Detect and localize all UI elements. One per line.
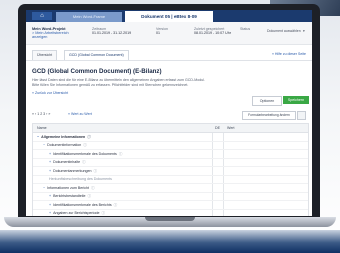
back-link[interactable]: » Zurück zur Übersicht xyxy=(32,91,312,95)
meta-version-value: 01 xyxy=(156,31,160,35)
meta-period: Zeitraum 01.01.2019 - 31.12.2019 xyxy=(92,27,131,35)
project-link-2[interactable]: anzeigen xyxy=(32,35,69,39)
row-label: + Angaben zur Berichtsperiode ⓘ xyxy=(49,211,105,216)
expand-icon[interactable]: + xyxy=(49,194,51,198)
page-description: Hier lässt Daten sind die für eine E-Bil… xyxy=(32,78,205,87)
meta-version: Version 01 xyxy=(156,27,168,35)
table-toolbar: « ‹ 1 2 3 › » » Wert zu Wert Formularbea… xyxy=(32,111,306,120)
tab-dokument[interactable]: Dokument 05 | eBtex 8-09 xyxy=(125,11,213,22)
home-icon: ⌂ xyxy=(40,13,44,19)
row-label: + Dokumentanmerkungen ⓘ xyxy=(49,169,97,174)
info-icon[interactable]: ⓘ xyxy=(101,211,105,215)
table-header: Name DE Wert xyxy=(33,124,308,133)
row-text: Allgemeine Informationen xyxy=(41,134,86,139)
info-icon[interactable]: ⓘ xyxy=(82,160,86,164)
collapse-icon[interactable]: − xyxy=(37,135,39,139)
info-icon[interactable]: ⓘ xyxy=(87,135,91,139)
row-text: Identifikationsmerkmale des Berichts xyxy=(53,202,112,207)
add-value-link[interactable]: » Wert zu Wert xyxy=(68,112,92,116)
expand-icon[interactable]: + xyxy=(49,203,51,207)
collapse-icon[interactable]: − xyxy=(43,186,45,190)
table-row[interactable]: + Dokumentanmerkungen ⓘ xyxy=(33,167,308,176)
info-icon[interactable]: ⓘ xyxy=(119,152,123,156)
header-de: DE xyxy=(215,126,220,130)
table-row[interactable]: − Informationen zum Bericht ⓘ xyxy=(33,184,308,193)
document-select[interactable]: Dokument auswählen xyxy=(267,29,301,33)
info-icon[interactable]: ⓘ xyxy=(91,186,95,190)
row-label: + Identifikationsmerkmale des Dokuments ⓘ xyxy=(49,152,122,157)
app-topbar: ⌂ Mein Word-Frame Dokument 05 | eBtex 8-… xyxy=(26,10,312,22)
table-body: − Allgemeine Informationen ⓘ − Dokumentinfor… xyxy=(33,133,308,216)
expand-icon[interactable]: + xyxy=(49,211,51,215)
table-row[interactable]: + Identifikationsmerkmale des Dokuments ⓘ xyxy=(33,150,308,159)
subtab-bar: Übersicht GCD (Global Common Document) »… xyxy=(26,49,312,61)
row-label: − Dokumentinformation ⓘ xyxy=(43,143,87,148)
chevron-down-icon[interactable]: ▾ xyxy=(303,29,305,33)
meta-status: Status xyxy=(240,27,250,31)
row-label: + Dokumentinhalte ⓘ xyxy=(49,160,86,165)
row-text: Dokumentinformation xyxy=(47,143,82,148)
table-row[interactable]: − Allgemeine Informationen ⓘ xyxy=(33,133,308,142)
row-label: − Allgemeine Informationen ⓘ xyxy=(37,135,91,140)
row-label: − Informationen zum Bericht ⓘ xyxy=(43,186,95,191)
table-row[interactable]: + Dokumentinhalte ⓘ xyxy=(33,159,308,167)
header-wert: Wert xyxy=(227,126,235,130)
table-row[interactable]: + Angaben zur Berichtsperiode ⓘ xyxy=(33,210,308,217)
row-text: Informationen zum Bericht xyxy=(47,185,90,190)
grid-view-icon[interactable] xyxy=(297,111,306,120)
options-button[interactable]: Optionen xyxy=(252,96,282,106)
expand-icon[interactable]: + xyxy=(49,160,51,164)
info-icon[interactable]: ⓘ xyxy=(83,143,87,147)
tab-mein-word-frame[interactable]: Mein Word-Frame xyxy=(56,12,122,22)
info-icon[interactable]: ⓘ xyxy=(93,169,97,173)
table-row[interactable]: + Berichtsbestandteile ⓘ xyxy=(33,193,308,201)
pagination[interactable]: « ‹ 1 2 3 › » xyxy=(32,112,50,116)
row-text: Herkunftsbeschreibung des Dokuments xyxy=(49,177,112,182)
header-name: Name xyxy=(37,126,47,130)
home-button[interactable]: ⌂ xyxy=(32,12,52,20)
row-text: Identifikationsmerkmale des Dokuments xyxy=(53,151,117,156)
laptop-hinge-notch xyxy=(145,217,195,221)
collapse-icon[interactable]: − xyxy=(43,143,45,147)
row-text: Angaben zur Berichtsperiode xyxy=(53,211,100,216)
table-row[interactable]: − Dokumentinformation ⓘ xyxy=(33,142,308,150)
expand-icon[interactable]: + xyxy=(49,152,51,156)
save-button[interactable]: Speichern xyxy=(283,96,309,104)
gcd-table: Name DE Wert − Allgemeine Informationen ⓘ −… xyxy=(32,123,309,216)
table-row[interactable]: + Identifikationsmerkmale des Berichts ⓘ xyxy=(33,201,308,210)
page-title: GCD (Global Common Document) (E-Bilanz) xyxy=(32,68,162,75)
info-icon[interactable]: ⓘ xyxy=(87,194,91,198)
project-info: Mein Word-Projekt > Mein Arbeitsbereich … xyxy=(32,27,69,39)
table-row[interactable]: Herkunftsbeschreibung des Dokuments xyxy=(33,176,308,184)
help-link[interactable]: » Hilfe zu dieser Seite xyxy=(272,52,306,56)
row-label: Herkunftsbeschreibung des Dokuments xyxy=(49,177,112,181)
meta-period-value: 01.01.2019 - 31.12.2019 xyxy=(92,31,132,35)
document-meta-bar: Mein Word-Projekt > Mein Arbeitsbereich … xyxy=(26,22,312,45)
meta-saved: Zuletzt gespeichert 08.01.2019 - 10:07 U… xyxy=(194,27,231,35)
row-label: + Identifikationsmerkmale des Berichts ⓘ xyxy=(49,203,117,208)
row-text: Dokumentanmerkungen xyxy=(53,168,92,173)
meta-status-label: Status xyxy=(240,27,251,31)
desk-surface xyxy=(0,230,340,253)
form-edit-button[interactable]: Formularbearbeitung ändern xyxy=(242,111,296,120)
tab-gcd[interactable]: GCD (Global Common Document) xyxy=(64,50,129,60)
expand-icon[interactable]: + xyxy=(49,169,51,173)
row-text: Berichtsbestandteile xyxy=(53,194,86,199)
info-icon[interactable]: ⓘ xyxy=(114,203,118,207)
row-text: Dokumentinhalte xyxy=(53,160,81,165)
row-label: + Berichtsbestandteile ⓘ xyxy=(49,194,91,199)
meta-saved-value: 08.01.2019 - 10:07 Uhr xyxy=(194,31,231,35)
tab-uebersicht[interactable]: Übersicht xyxy=(32,50,58,60)
laptop-screen: ⌂ Mein Word-Frame Dokument 05 | eBtex 8-… xyxy=(26,10,312,216)
